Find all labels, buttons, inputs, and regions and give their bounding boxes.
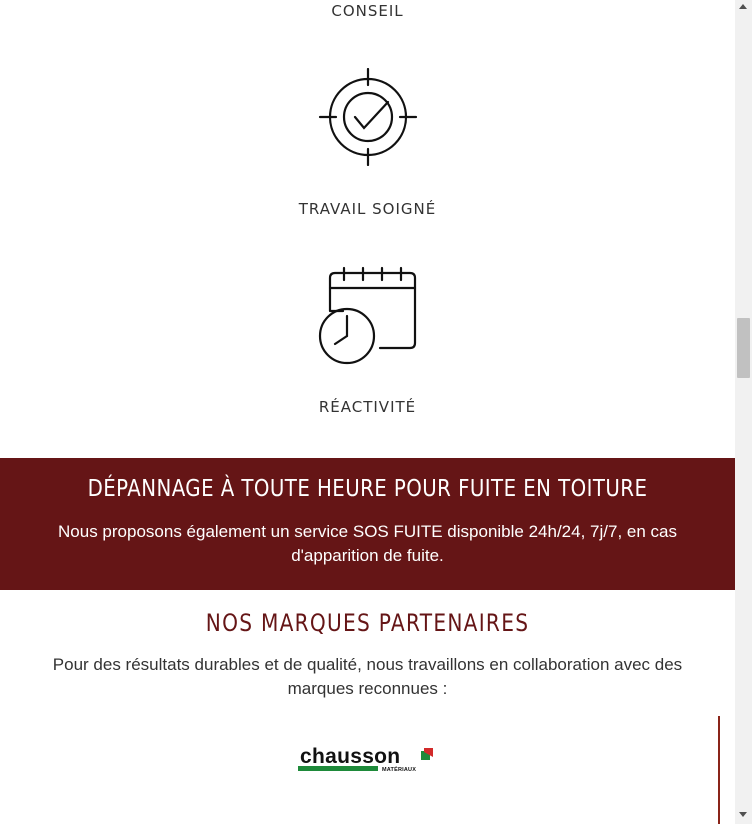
decorative-divider-line <box>718 716 720 824</box>
scroll-up-arrow-icon[interactable] <box>739 4 747 9</box>
page-content: CONSEIL TRAVAIL SOIGNÉ RÉACTIVITÉ DÉPANN… <box>0 0 735 824</box>
chausson-logo-mark-icon <box>421 748 433 760</box>
banner-text: Nous proposons également un service SOS … <box>58 522 677 565</box>
feature-label-conseil: CONSEIL <box>331 2 404 20</box>
feature-label-reactivite: RÉACTIVITÉ <box>318 398 417 416</box>
chausson-logo-subtitle: MATÉRIAUX <box>382 767 417 773</box>
scroll-thumb[interactable] <box>737 318 750 378</box>
calendar-clock-icon <box>318 266 417 365</box>
feature-label-travail-soigne: TRAVAIL SOIGNÉ <box>298 200 437 218</box>
vertical-scrollbar[interactable] <box>735 0 752 824</box>
chausson-logo[interactable]: chausson MATÉRIAUX <box>298 745 438 775</box>
partners-text: Pour des résultats durables et de qualit… <box>52 655 683 698</box>
banner-title: DÉPANNAGE À TOUTE HEURE POUR FUITE EN TO… <box>87 476 648 502</box>
partners-title: NOS MARQUES PARTENAIRES <box>205 609 530 637</box>
chausson-logo-bar <box>298 766 378 771</box>
scroll-down-arrow-icon[interactable] <box>739 812 747 817</box>
target-check-icon <box>318 68 418 166</box>
